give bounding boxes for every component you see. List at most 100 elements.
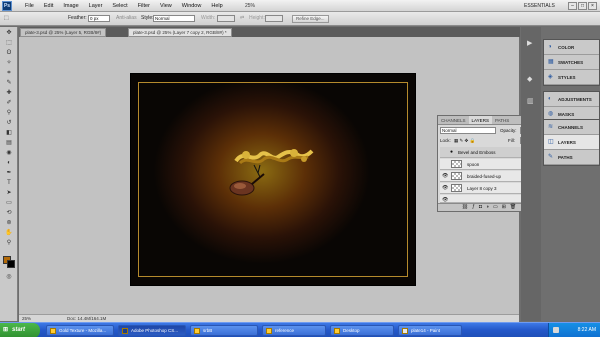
layer-name: spoon	[467, 162, 480, 167]
menu-help[interactable]: Help	[206, 3, 227, 9]
menu-edit[interactable]: Edit	[39, 3, 58, 9]
dock-layers[interactable]: ◫ LAYERS	[544, 135, 599, 150]
eye-icon[interactable]: 👁	[442, 173, 448, 179]
refine-edge-button[interactable]: Refine Edge...	[292, 15, 329, 23]
maximize-icon[interactable]: □	[578, 2, 587, 10]
dock-styles[interactable]: ◈ STYLES	[544, 70, 599, 85]
taskbar-item[interactable]: reference	[262, 325, 326, 336]
tab-paths[interactable]: PATHS	[492, 116, 512, 124]
3d-rotate-tool-icon[interactable]: ⟲	[4, 209, 14, 217]
trash-icon[interactable]: 🗑	[510, 204, 516, 211]
blend-mode-select[interactable]: Normal	[440, 127, 496, 134]
document-tabs: plate-3.psd @ 25% (Layer 5, RGB/8#) plat…	[20, 27, 520, 37]
menu-select[interactable]: Select	[107, 3, 132, 9]
marquee-tool-icon[interactable]: ⬚	[4, 15, 9, 21]
feather-field[interactable]: 0 px	[88, 15, 110, 22]
menu-image[interactable]: Image	[58, 3, 83, 9]
close-icon[interactable]: ×	[588, 2, 597, 10]
start-button[interactable]: ⊞ start	[0, 323, 40, 337]
feather-label: Feather:	[68, 15, 87, 21]
new-group-icon[interactable]: ▭	[493, 204, 498, 211]
pen-tool-icon[interactable]: ✒	[4, 169, 14, 177]
dodge-tool-icon[interactable]: ◐	[4, 159, 14, 167]
layer-row[interactable]: 👁 Layer 8 copy 3	[440, 183, 531, 194]
eyedropper-tool-icon[interactable]: ✎	[4, 79, 14, 87]
adjustment-layer-icon[interactable]: ◑	[486, 204, 489, 211]
workspace-switcher[interactable]: ESSENTIALS	[524, 3, 555, 9]
height-field[interactable]	[265, 15, 283, 22]
dock-color[interactable]: ◑ COLOR	[544, 40, 599, 55]
menu-view[interactable]: View	[155, 3, 177, 9]
menu-window[interactable]: Window	[177, 3, 207, 9]
taskbar-item-active[interactable]: Adobe Photoshop CS...	[118, 325, 186, 336]
tab-channels[interactable]: CHANNELS	[438, 116, 469, 124]
taskbar-item[interactable]: Desktop	[330, 325, 394, 336]
tab-layers[interactable]: LAYERS	[468, 116, 492, 124]
width-field[interactable]	[217, 15, 235, 22]
background-color-swatch[interactable]	[7, 260, 15, 268]
taskbar-item[interactable]: srbB	[190, 325, 258, 336]
tray-icon[interactable]	[553, 327, 559, 333]
history-brush-tool-icon[interactable]: ↺	[4, 119, 14, 127]
type-tool-icon[interactable]: T	[4, 179, 14, 187]
tools-panel: ✥ ⬚ ʘ ✧ ⌗ ✎ ✚ ✐ ⚲ ↺ ◧ ▤ ◉ ◐ ✒ T ➤ ▭ ⟲ ⊚ …	[0, 27, 18, 321]
status-bar: 25% Doc: 14.4M/164.1M	[19, 314, 519, 322]
eye-icon[interactable]: 👁	[442, 185, 448, 191]
taskbar-item[interactable]: Gold Texture - Mozilla...	[46, 325, 114, 336]
effect-icon[interactable]: ●	[450, 149, 456, 155]
swap-icon[interactable]: ⇄	[240, 15, 244, 21]
3d-orbit-tool-icon[interactable]: ⊚	[4, 219, 14, 227]
layer-row[interactable]: spoon	[440, 159, 531, 170]
dock-paths[interactable]: ✎ PATHS	[544, 150, 599, 165]
dock-tool-icon[interactable]: ◆	[527, 75, 532, 83]
layer-effect-row[interactable]: Bevel and Emboss ●	[440, 147, 531, 158]
document-tab[interactable]: plate-3.psd @ 25% (Layer 5, RGB/8#)	[20, 28, 107, 37]
document-tab-active[interactable]: plate-3.psd @ 25% (Layer 7 copy 2, RGB/8…	[128, 28, 232, 37]
shape-tool-icon[interactable]: ▭	[4, 199, 14, 207]
layer-row[interactable]: 👁 braided-fused-up	[440, 171, 531, 182]
dock-adjustments[interactable]: ◐ ADJUSTMENTS	[544, 92, 599, 107]
menu-file[interactable]: File	[20, 3, 39, 9]
move-tool-icon[interactable]: ✥	[4, 29, 14, 37]
lasso-tool-icon[interactable]: ʘ	[4, 49, 14, 57]
new-layer-icon[interactable]: ⊞	[502, 204, 506, 211]
antialias-checkbox[interactable]: Anti-alias	[116, 15, 137, 21]
link-layers-icon[interactable]: ⛓	[462, 204, 468, 211]
lock-icons[interactable]: ▦ ✎ ✥ 🔒	[454, 138, 475, 144]
status-zoom[interactable]: 25%	[22, 316, 31, 321]
clone-stamp-tool-icon[interactable]: ⚲	[4, 109, 14, 117]
hand-tool-icon[interactable]: ✋	[4, 229, 14, 237]
crop-tool-icon[interactable]: ⌗	[4, 69, 14, 77]
healing-brush-tool-icon[interactable]: ✚	[4, 89, 14, 97]
lock-label: Lock:	[440, 138, 451, 143]
style-select[interactable]: Normal	[153, 15, 195, 22]
fx-icon[interactable]: ƒ	[472, 204, 475, 211]
layer-thumbnail	[451, 160, 462, 168]
magic-wand-tool-icon[interactable]: ✧	[4, 59, 14, 67]
layer-row[interactable]: 👁	[440, 195, 531, 203]
eraser-tool-icon[interactable]: ◧	[4, 129, 14, 137]
paths-icon: ✎	[548, 154, 554, 160]
minimize-icon[interactable]: –	[568, 2, 577, 10]
dock-channels[interactable]: ≋ CHANNELS	[544, 120, 599, 135]
menu-layer[interactable]: Layer	[84, 3, 108, 9]
paint-icon	[402, 328, 408, 334]
dock-swatches[interactable]: ▦ SWATCHES	[544, 55, 599, 70]
path-selection-tool-icon[interactable]: ➤	[4, 189, 14, 197]
dock-tool-icon[interactable]: ▶	[527, 39, 532, 47]
gradient-tool-icon[interactable]: ▤	[4, 139, 14, 147]
blur-tool-icon[interactable]: ◉	[4, 149, 14, 157]
fill-label: Fill:	[508, 138, 515, 143]
menu-filter[interactable]: Filter	[133, 3, 155, 9]
marquee-tool-icon[interactable]: ⬚	[4, 39, 14, 47]
dock-group-layers: ≋ CHANNELS ◫ LAYERS ✎ PATHS	[543, 119, 600, 166]
document-canvas[interactable]	[130, 73, 416, 286]
brush-tool-icon[interactable]: ✐	[4, 99, 14, 107]
add-mask-icon[interactable]: ◘	[479, 204, 482, 211]
taskbar-item[interactable]: plate14 - Paint	[398, 325, 462, 336]
zoom-tool-icon[interactable]: ⚲	[4, 239, 14, 247]
zoom-level[interactable]: 25%	[245, 3, 255, 9]
dock-tool-icon[interactable]: ▥	[527, 97, 534, 105]
firefox-icon	[50, 328, 56, 334]
quick-mask-icon[interactable]: ◎	[4, 273, 14, 281]
